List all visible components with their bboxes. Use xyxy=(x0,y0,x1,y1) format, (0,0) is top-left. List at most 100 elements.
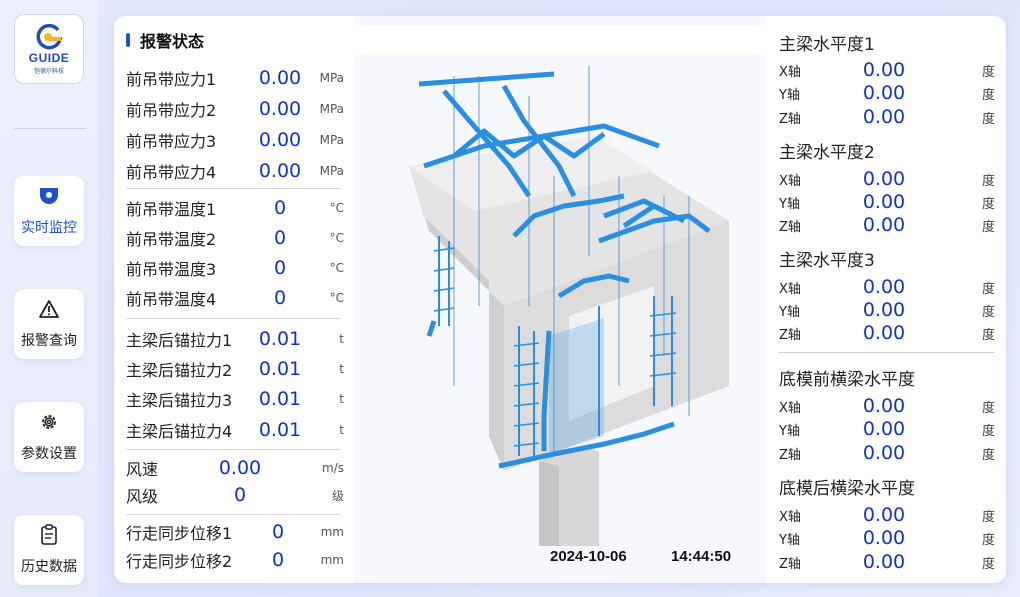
sensor-label: 前吊带温度2 xyxy=(126,230,217,249)
sidebar-divider xyxy=(14,128,86,129)
logo-subtext: 恺德尔科技 xyxy=(33,67,64,75)
axis-value: 0.00 xyxy=(862,106,906,128)
axis-value: 0.00 xyxy=(862,504,906,526)
axis-unit: 度 xyxy=(981,327,995,343)
axis-unit: 度 xyxy=(981,64,995,80)
sensor-unit: MPa xyxy=(319,164,344,178)
sensor-value: 0.01 xyxy=(258,358,302,380)
wind-speed-row: 风速 0.00 m/s xyxy=(126,455,344,481)
sensor-label: 前吊带温度1 xyxy=(126,200,217,219)
axis-label: Y轴 xyxy=(779,532,800,548)
anchor-row-1: 主梁后锚拉力1 0.01 t xyxy=(126,326,344,352)
axis-row-y: Y轴 0.00 度 xyxy=(779,82,995,104)
axis-value: 0.00 xyxy=(862,527,906,549)
sensor-value: 0 xyxy=(233,484,247,506)
sensor-label: 风级 xyxy=(126,487,159,506)
axis-row-y: Y轴 0.00 度 xyxy=(779,191,995,213)
section-divider xyxy=(126,514,341,515)
nav-label: 实时监控 xyxy=(21,220,77,236)
axis-row-x: X轴 0.00 度 xyxy=(779,395,995,417)
section-divider xyxy=(126,449,341,450)
nav-label: 历史数据 xyxy=(21,559,77,575)
clipboard-icon xyxy=(38,524,60,546)
sensor-value: 0.00 xyxy=(258,98,302,120)
axis-unit: 度 xyxy=(981,173,995,189)
anchor-row-3: 主梁后锚拉力3 0.01 t xyxy=(126,386,344,412)
header-title: 报警状态 xyxy=(140,32,205,51)
axis-label: Z轴 xyxy=(779,447,801,463)
sensor-unit: mm xyxy=(320,525,344,539)
sensor-value: 0 xyxy=(271,521,285,543)
axis-label: Z轴 xyxy=(779,111,801,127)
axis-value: 0.00 xyxy=(862,418,906,440)
section-title: 主梁水平度3 xyxy=(779,251,875,271)
axis-row-x: X轴 0.00 度 xyxy=(779,504,995,526)
header-accent-bar xyxy=(126,33,130,47)
sensor-unit: t xyxy=(339,332,344,346)
sensor-label: 风速 xyxy=(126,460,159,479)
sensor-label: 前吊带温度3 xyxy=(126,260,217,279)
axis-label: Z轴 xyxy=(779,556,801,572)
sensor-unit: °C xyxy=(329,201,344,215)
walk-sync-row-2: 行走同步位移2 0 mm xyxy=(126,547,344,573)
axis-label: X轴 xyxy=(779,64,801,80)
nav-item-history-data[interactable]: 历史数据 xyxy=(14,515,84,585)
axis-row-x: X轴 0.00 度 xyxy=(779,59,995,81)
monitor-camera-icon xyxy=(38,185,60,207)
wind-level-row: 风级 0 级 xyxy=(126,482,344,508)
axis-row-z: Z轴 0.00 度 xyxy=(779,551,995,573)
axis-row-z: Z轴 0.00 度 xyxy=(779,106,995,128)
sensor-label: 主梁后锚拉力4 xyxy=(126,422,233,441)
axis-label: X轴 xyxy=(779,400,801,416)
sensor-unit: MPa xyxy=(319,133,344,147)
sensor-unit: °C xyxy=(329,261,344,275)
warning-triangle-icon xyxy=(38,298,60,320)
axis-unit: 度 xyxy=(981,304,995,320)
axis-label: X轴 xyxy=(779,281,801,297)
axis-row-y: Y轴 0.00 度 xyxy=(779,527,995,549)
nav-label: 报警查询 xyxy=(21,333,77,349)
sensor-unit: t xyxy=(339,423,344,437)
temp-row-3: 前吊带温度3 0 °C xyxy=(126,255,344,281)
axis-label: Y轴 xyxy=(779,196,800,212)
bridge-3d-view[interactable] xyxy=(354,56,766,583)
axis-row-z: Z轴 0.00 度 xyxy=(779,214,995,236)
sensor-unit: t xyxy=(339,392,344,406)
nav-item-alarm-query[interactable]: 报警查询 xyxy=(14,289,84,359)
axis-row-z: Z轴 0.00 度 xyxy=(779,442,995,464)
axis-label: Z轴 xyxy=(779,327,801,343)
sensor-label: 前吊带应力1 xyxy=(126,70,217,89)
sensor-unit: mm xyxy=(320,553,344,567)
sensor-unit: MPa xyxy=(319,71,344,85)
section-divider xyxy=(126,188,341,189)
axis-value: 0.00 xyxy=(862,322,906,344)
nav-item-realtime-monitor[interactable]: 实时监控 xyxy=(14,176,84,246)
sensor-unit: m/s xyxy=(322,461,344,475)
axis-value: 0.00 xyxy=(862,214,906,236)
logo-text: GUIDE xyxy=(28,50,70,65)
axis-unit: 度 xyxy=(981,556,995,572)
sensor-unit: MPa xyxy=(319,102,344,116)
section-title: 主梁水平度1 xyxy=(779,35,875,55)
sensor-label: 主梁后锚拉力3 xyxy=(126,391,233,410)
temp-row-4: 前吊带温度4 0 °C xyxy=(126,285,344,311)
sensor-value: 0.00 xyxy=(258,67,302,89)
axis-label: X轴 xyxy=(779,509,801,525)
anchor-row-2: 主梁后锚拉力2 0.01 t xyxy=(126,356,344,382)
levelness-panel: 主梁水平度1 X轴 0.00 度 Y轴 0.00 度 Z轴 0.00 度 主梁水… xyxy=(766,16,1006,583)
nav-item-parameter-settings[interactable]: 参数设置 xyxy=(14,402,84,472)
sensor-label: 行走同步位移2 xyxy=(126,552,233,571)
stress-row-2: 前吊带应力2 0.00 MPa xyxy=(126,96,344,122)
axis-label: Y轴 xyxy=(779,423,800,439)
axis-row-y: Y轴 0.00 度 xyxy=(779,418,995,440)
axis-row-x: X轴 0.00 度 xyxy=(779,276,995,298)
axis-value: 0.00 xyxy=(862,168,906,190)
company-logo: GUIDE 恺德尔科技 xyxy=(14,14,84,84)
sensor-label: 前吊带应力4 xyxy=(126,163,217,182)
cradle-truss-model xyxy=(409,66,729,576)
main-panel: 报警状态 前吊带应力1 0.00 MPa 前吊带应力2 0.00 MPa 前吊带… xyxy=(114,16,1006,583)
axis-label: Z轴 xyxy=(779,219,801,235)
axis-label: X轴 xyxy=(779,173,801,189)
nav-label: 参数设置 xyxy=(21,446,77,462)
walk-sync-row-1: 行走同步位移1 0 mm xyxy=(126,519,344,545)
